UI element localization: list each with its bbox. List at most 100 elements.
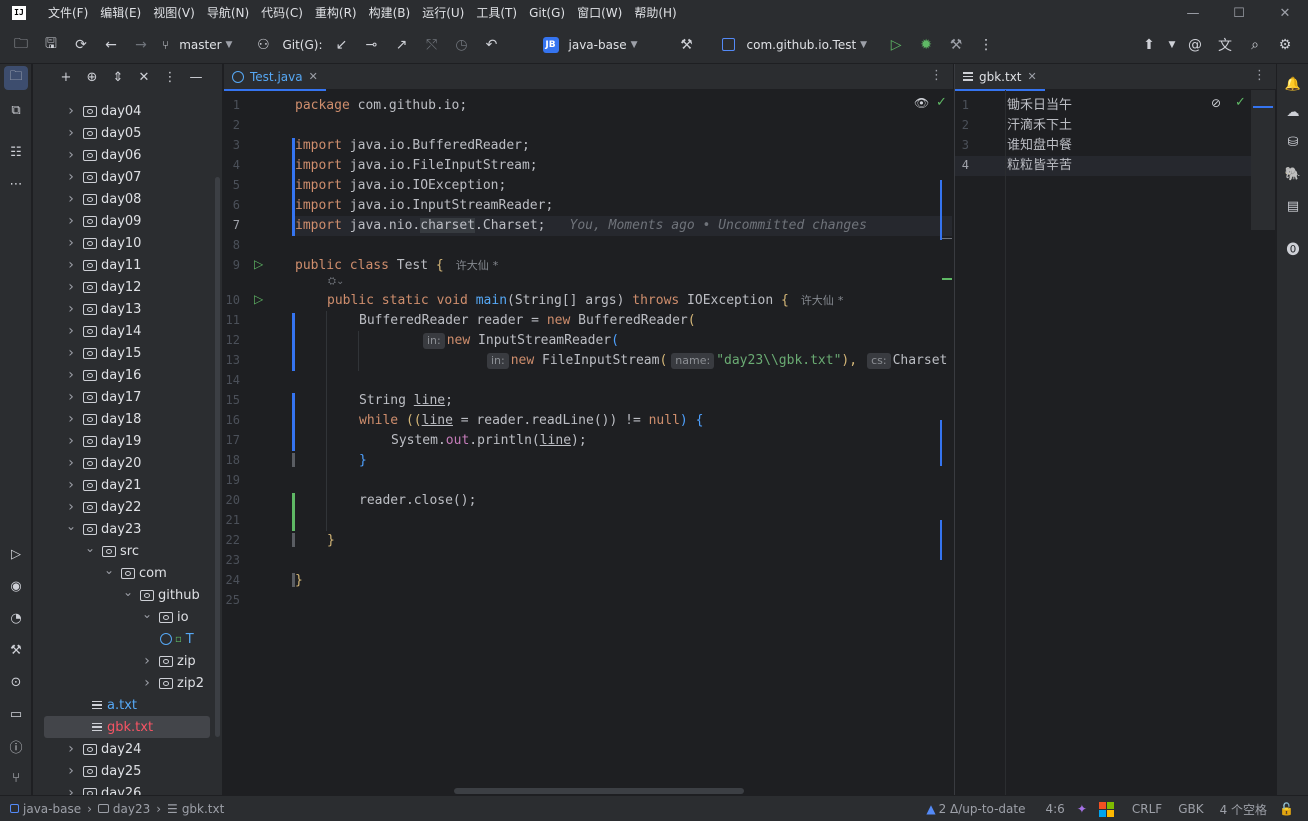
run-gutter-icon[interactable]: ▷ <box>254 292 263 306</box>
chevron-right-icon[interactable]: › <box>65 367 77 383</box>
ai-assistant-icon[interactable]: @ <box>1180 30 1210 60</box>
read-only-lock-icon[interactable]: 🔓 <box>1273 802 1300 816</box>
tree-item[interactable]: ⌄ io <box>33 606 222 628</box>
breadcrumb-project[interactable]: java-base <box>0 802 87 816</box>
line-separator[interactable]: CRLF <box>1126 802 1168 816</box>
hammer-tool-icon[interactable]: ⚒ <box>672 30 702 60</box>
project-folder-icon[interactable]: 🗀 <box>4 66 28 90</box>
no-problems-check-icon[interactable]: ✓ <box>936 95 947 110</box>
tree-item[interactable]: › day22 <box>33 496 222 518</box>
maven-icon[interactable]: ▤ <box>1281 194 1305 218</box>
menu-item[interactable]: 导航(N) <box>201 0 255 26</box>
chevron-right-icon[interactable]: › <box>65 785 77 795</box>
problems-icon[interactable]: ⓘ <box>4 734 28 758</box>
maximize-icon[interactable]: ☐ <box>1216 0 1262 26</box>
git-commit-icon[interactable]: ⊸ <box>357 30 387 60</box>
expand-all-icon[interactable]: ⇕ <box>105 70 131 85</box>
breadcrumb-folder[interactable]: day23 <box>92 802 156 816</box>
tree-item[interactable]: › day26 <box>33 782 222 795</box>
tree-scrollbar[interactable] <box>215 177 220 737</box>
chevron-right-icon[interactable]: › <box>65 125 77 141</box>
reader-mode-off-icon[interactable]: ⊘ <box>1211 96 1221 110</box>
tree-item[interactable]: › day04 <box>33 100 222 122</box>
ai-chat-icon[interactable]: ☁ <box>1281 100 1305 124</box>
chevron-down-icon[interactable]: ⌄ <box>84 541 96 555</box>
chevron-right-icon[interactable]: › <box>65 257 77 273</box>
back-icon[interactable]: ← <box>96 30 126 60</box>
tree-item[interactable]: › day20 <box>33 452 222 474</box>
more-icon[interactable]: ⋮ <box>930 68 943 83</box>
horizontal-scrollbar[interactable] <box>454 788 744 794</box>
chevron-right-icon[interactable]: › <box>65 455 77 471</box>
vcs-change-marker[interactable] <box>292 393 295 451</box>
tree-item[interactable]: a.txt <box>33 694 222 716</box>
editor-gbk-txt[interactable]: gbk.txt ✕ ⋮ 1 锄禾日当午 2 汗滴禾下土 3 谁知盘中餐 4 粒粒皆辛苦 ⊘ ✓ <box>954 64 1276 795</box>
git-icon[interactable]: ⑂ <box>4 766 28 790</box>
vertical-scrollbar[interactable] <box>1251 90 1275 230</box>
tree-item[interactable]: › day08 <box>33 188 222 210</box>
menu-item[interactable]: 构建(B) <box>363 0 417 26</box>
code-lens-icon[interactable]: ⛭⌄ <box>328 276 344 287</box>
vcs-change-marker[interactable] <box>292 313 295 371</box>
editor-test-java[interactable]: Test.java ✕ ⋮ 1 2 3 4 5 6 7 8 9 10 11 12 13 14 15 16 17 1… <box>223 64 953 795</box>
chevron-down-icon[interactable]: ⌄ <box>122 585 134 599</box>
chevron-right-icon[interactable]: › <box>65 741 77 757</box>
tree-item[interactable]: ▫ T <box>33 628 222 650</box>
tree-item[interactable]: ⌄ github <box>33 584 222 606</box>
chevron-right-icon[interactable]: › <box>141 675 153 691</box>
tree-item[interactable]: › day13 <box>33 298 222 320</box>
chevron-right-icon[interactable]: › <box>65 411 77 427</box>
tree-item[interactable]: › day24 <box>33 738 222 760</box>
chevron-right-icon[interactable]: › <box>65 213 77 229</box>
tree-item[interactable]: › day11 <box>33 254 222 276</box>
chevron-right-icon[interactable]: › <box>65 477 77 493</box>
menu-item[interactable]: 代码(C) <box>255 0 309 26</box>
user-icon[interactable]: ⚇ <box>248 30 278 60</box>
windows-logo-icon[interactable] <box>1093 801 1120 817</box>
chevron-down-icon[interactable]: ⌄ <box>103 563 115 577</box>
search-icon[interactable]: ⌕ <box>1240 30 1270 60</box>
settings-gear-icon[interactable]: ⚙ <box>1270 30 1300 60</box>
tree-item[interactable]: › day18 <box>33 408 222 430</box>
menu-item[interactable]: 视图(V) <box>147 0 201 26</box>
collapse-all-icon[interactable]: ✕ <box>131 70 157 85</box>
tree-item[interactable]: ⌄ src <box>33 540 222 562</box>
menu-item[interactable]: Git(G) <box>523 0 571 26</box>
branch-selector[interactable]: ⑂ master ▼ <box>162 38 232 52</box>
git-push-icon[interactable]: ↗ <box>387 30 417 60</box>
open-folder-icon[interactable]: 🗀 <box>6 30 36 60</box>
menu-item[interactable]: 帮助(H) <box>628 0 682 26</box>
tab-gbk-txt[interactable]: gbk.txt ✕ <box>955 64 1045 91</box>
more-tools-icon[interactable]: ⋯ <box>4 172 28 196</box>
structure-icon[interactable]: ☷ <box>4 140 28 164</box>
git-update-icon[interactable]: ↙ <box>327 30 357 60</box>
tree-item[interactable]: › zip2 <box>33 672 222 694</box>
chevron-right-icon[interactable]: › <box>65 301 77 317</box>
services-icon[interactable]: ◉ <box>4 574 28 598</box>
chevron-right-icon[interactable]: › <box>65 499 77 515</box>
locate-icon[interactable]: ⊕ <box>79 70 105 85</box>
tree-item[interactable]: › zip <box>33 650 222 672</box>
tree-item[interactable]: › day17 <box>33 386 222 408</box>
minimize-icon[interactable]: — <box>1170 0 1216 26</box>
chevron-right-icon[interactable]: › <box>65 169 77 185</box>
vcs-change-marker[interactable] <box>292 493 295 531</box>
tree-item[interactable]: ⌄ com <box>33 562 222 584</box>
tree-item[interactable]: › day15 <box>33 342 222 364</box>
tree-item[interactable]: › day09 <box>33 210 222 232</box>
debug-icon[interactable]: ✹ <box>911 30 941 60</box>
chevron-right-icon[interactable]: › <box>65 103 77 119</box>
tree-item[interactable]: gbk.txt <box>44 716 210 738</box>
tree-item[interactable]: › day21 <box>33 474 222 496</box>
no-problems-check-icon[interactable]: ✓ <box>1235 95 1246 110</box>
more-icon[interactable]: ⋮ <box>1253 68 1266 83</box>
terminal-icon[interactable]: ▭ <box>4 702 28 726</box>
project-selector[interactable]: JB java-base ▼ <box>542 36 638 53</box>
tree-item[interactable]: › day10 <box>33 232 222 254</box>
chevron-right-icon[interactable]: › <box>65 389 77 405</box>
menu-item[interactable]: 运行(U) <box>416 0 470 26</box>
gradle-icon[interactable]: 🐘 <box>1281 162 1305 186</box>
run-gutter-icon[interactable]: ▷ <box>254 257 263 271</box>
close-window-icon[interactable]: ✕ <box>1262 0 1308 26</box>
chevron-right-icon[interactable]: › <box>65 763 77 779</box>
